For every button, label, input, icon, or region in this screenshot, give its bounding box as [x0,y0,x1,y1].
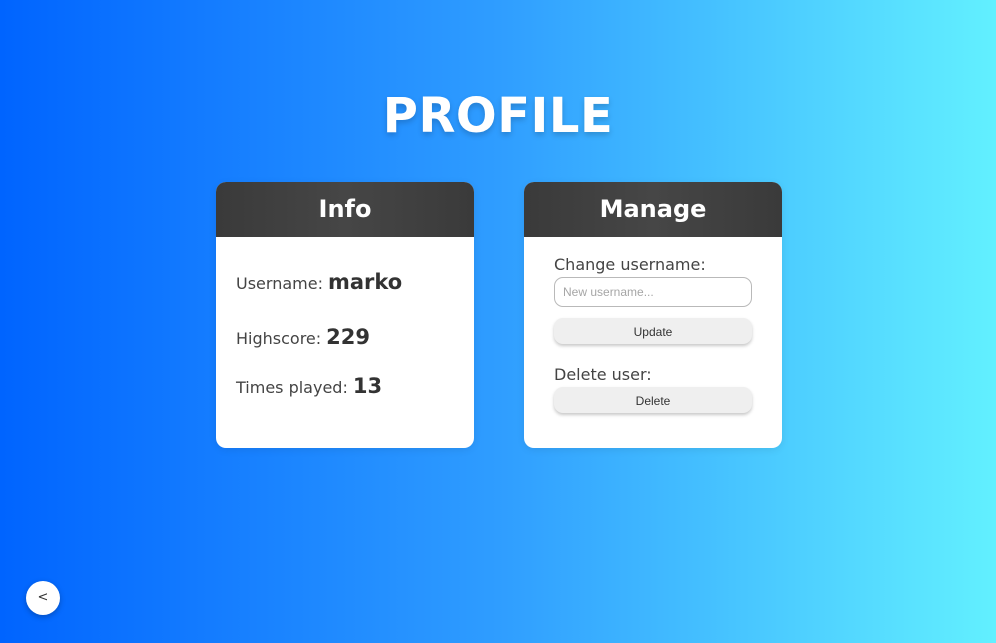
info-card: Info Username: marko Highscore: 229 Time… [216,182,474,448]
back-button[interactable]: < [26,581,60,615]
username-row: Username: marko [236,270,402,294]
manage-card: Manage Change username: Update Delete us… [524,182,782,448]
highscore-label: Highscore: [236,329,322,348]
delete-user-label: Delete user: [554,365,652,384]
delete-button[interactable]: Delete [554,387,752,413]
new-username-input[interactable] [554,277,752,307]
highscore-value: 229 [326,325,370,349]
username-label: Username: [236,274,323,293]
times-played-row: Times played: 13 [236,374,382,398]
times-played-value: 13 [352,374,383,398]
update-button[interactable]: Update [554,318,752,344]
back-icon: < [37,590,49,605]
change-username-label: Change username: [554,255,706,274]
times-played-label: Times played: [236,378,348,397]
manage-card-header: Manage [524,182,782,237]
page-title: PROFILE [382,88,614,144]
username-value: marko [327,270,403,294]
info-card-header: Info [216,182,474,237]
highscore-row: Highscore: 229 [236,325,370,349]
